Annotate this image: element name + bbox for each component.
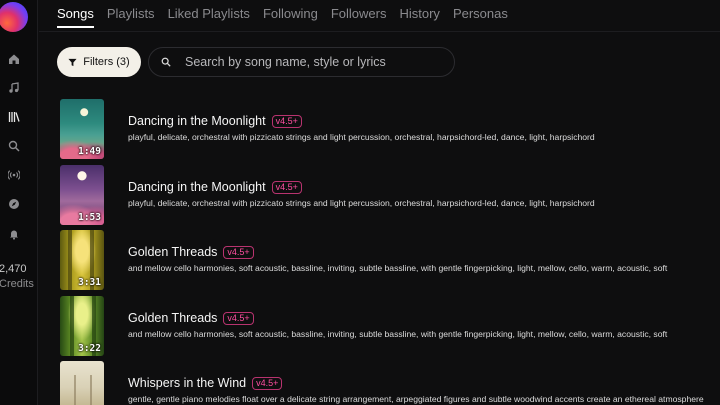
song-duration: 1:49 bbox=[78, 146, 101, 157]
version-badge: v4.5+ bbox=[223, 311, 254, 325]
song-row[interactable]: 1:53 Dancing in the Moonlight v4.5+ play… bbox=[60, 165, 720, 225]
song-title[interactable]: Whispers in the Wind bbox=[128, 376, 246, 390]
song-title[interactable]: Golden Threads bbox=[128, 311, 217, 325]
search-icon bbox=[161, 57, 171, 67]
search-icon[interactable] bbox=[6, 138, 22, 154]
song-row[interactable]: 3:22 Golden Threads v4.5+ and mellow cel… bbox=[60, 296, 720, 356]
tab-playlists[interactable]: Playlists bbox=[107, 6, 155, 28]
tab-following[interactable]: Following bbox=[263, 6, 318, 28]
tab-followers[interactable]: Followers bbox=[331, 6, 387, 28]
song-cover[interactable]: 1:49 bbox=[60, 99, 104, 159]
profile-tabs: Songs Playlists Liked Playlists Followin… bbox=[57, 6, 521, 32]
library-icon[interactable] bbox=[6, 109, 22, 125]
search-bar[interactable] bbox=[148, 47, 455, 77]
song-description: and mellow cello harmonies, soft acousti… bbox=[128, 329, 668, 339]
tab-history[interactable]: History bbox=[399, 6, 439, 28]
home-icon[interactable] bbox=[6, 51, 22, 67]
app-logo[interactable] bbox=[0, 2, 28, 32]
song-cover[interactable]: 1:53 bbox=[60, 165, 104, 225]
tab-personas[interactable]: Personas bbox=[453, 6, 508, 28]
song-description: gentle, gentle piano melodies float over… bbox=[128, 394, 704, 404]
credits: 2,470 Credits bbox=[0, 262, 34, 292]
music-note-icon[interactable] bbox=[6, 80, 22, 96]
bell-icon[interactable] bbox=[6, 226, 22, 242]
song-title[interactable]: Golden Threads bbox=[128, 245, 217, 259]
version-badge: v4.5+ bbox=[252, 376, 283, 390]
song-cover[interactable]: 3:31 bbox=[60, 230, 104, 290]
version-badge: v4.5+ bbox=[271, 180, 302, 194]
song-description: and mellow cello harmonies, soft acousti… bbox=[128, 263, 668, 273]
credits-label: Credits bbox=[0, 278, 34, 290]
filters-label: Filters (3) bbox=[83, 56, 130, 68]
song-description: playful, delicate, orchestral with pizzi… bbox=[128, 132, 595, 142]
filters-button[interactable]: Filters (3) bbox=[57, 47, 141, 77]
credits-value: 2,470 bbox=[0, 263, 27, 275]
version-badge: v4.5+ bbox=[223, 245, 254, 259]
song-description: playful, delicate, orchestral with pizzi… bbox=[128, 198, 595, 208]
song-title[interactable]: Dancing in the Moonlight bbox=[128, 180, 266, 194]
song-cover[interactable] bbox=[60, 361, 104, 405]
song-duration: 1:53 bbox=[78, 212, 101, 223]
song-row[interactable]: Whispers in the Wind v4.5+ gentle, gentl… bbox=[60, 361, 720, 405]
song-duration: 3:22 bbox=[78, 343, 101, 354]
song-row[interactable]: 3:31 Golden Threads v4.5+ and mellow cel… bbox=[60, 230, 720, 290]
song-cover[interactable]: 3:22 bbox=[60, 296, 104, 356]
search-input[interactable] bbox=[185, 55, 435, 69]
radio-icon[interactable] bbox=[6, 167, 22, 183]
compass-icon[interactable] bbox=[6, 196, 22, 212]
version-badge: v4.5+ bbox=[271, 114, 302, 128]
song-title[interactable]: Dancing in the Moonlight bbox=[128, 114, 266, 128]
song-row[interactable]: 1:49 Dancing in the Moonlight v4.5+ play… bbox=[60, 99, 720, 159]
tab-songs[interactable]: Songs bbox=[57, 6, 94, 28]
song-duration: 3:31 bbox=[78, 277, 101, 288]
tab-liked-playlists[interactable]: Liked Playlists bbox=[168, 6, 250, 28]
filter-icon bbox=[68, 58, 77, 66]
tabs-divider bbox=[39, 31, 720, 32]
sidebar: 2,470 Credits bbox=[0, 0, 38, 405]
